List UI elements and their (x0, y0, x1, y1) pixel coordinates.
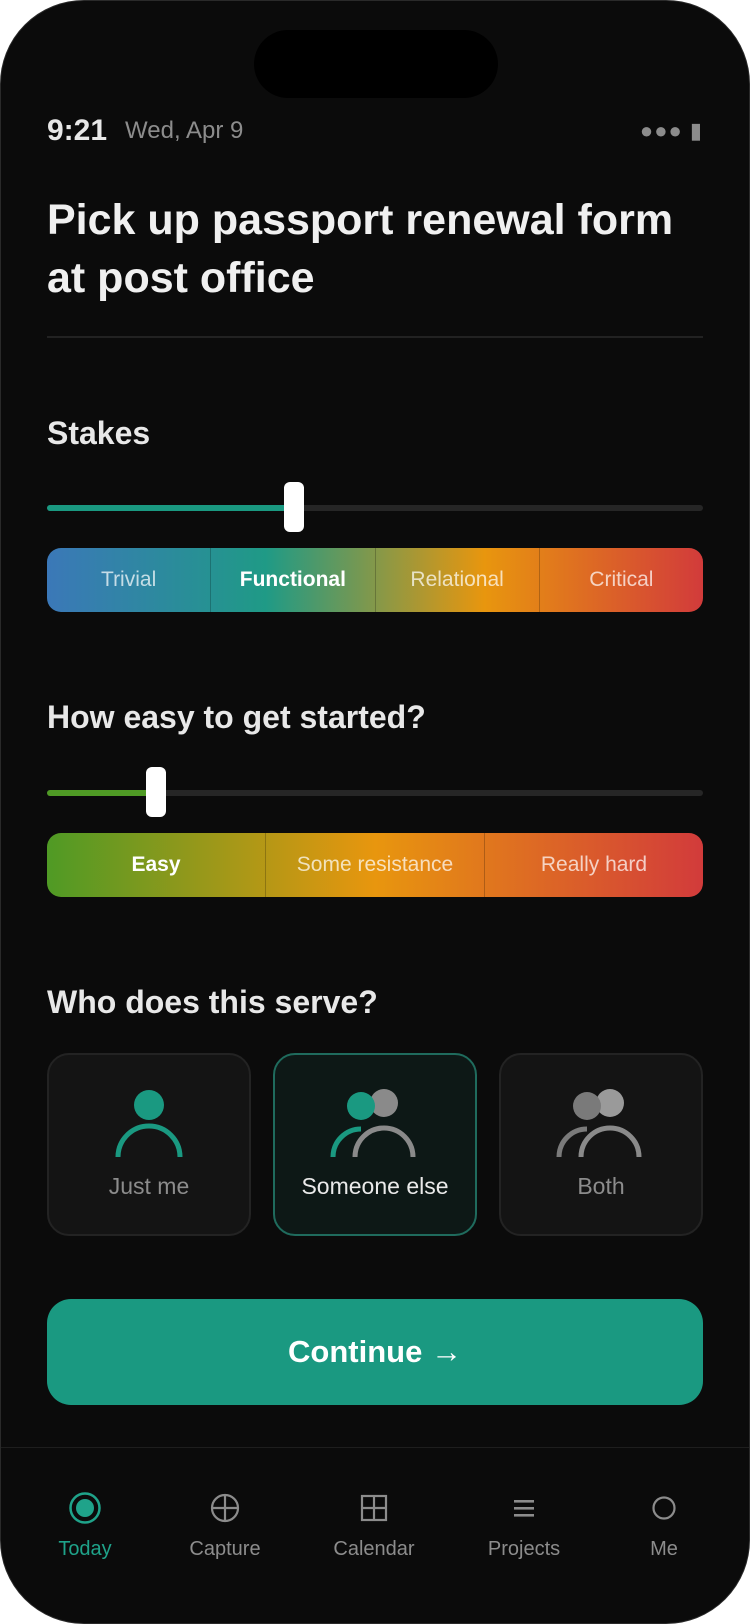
stakes-option-critical[interactable]: Critical (538, 548, 703, 612)
dynamic-island (254, 30, 498, 98)
ease-scale[interactable]: Easy Some resistance Really hard (47, 833, 703, 897)
tab-label: Me (650, 1538, 678, 1560)
stakes-slider-thumb[interactable] (283, 482, 304, 532)
serve-option-label: Both (577, 1173, 625, 1199)
phone-screen: 9:21 Wed, Apr 9 ●●● ▮ Pick up passport r… (0, 0, 750, 1624)
ease-label: How easy to get started? (47, 699, 426, 735)
status-indicators-icon: ●●● ▮ (639, 118, 703, 143)
tab-label: Calendar (333, 1538, 415, 1560)
group-icon (556, 1089, 642, 1158)
tab-me[interactable]: Me (604, 1488, 724, 1561)
stakes-option-functional[interactable]: Functional (210, 548, 374, 612)
ease-slider[interactable] (47, 767, 703, 817)
tab-capture[interactable]: Capture (165, 1488, 285, 1561)
ease-option-really-hard[interactable]: Really hard (484, 833, 703, 897)
status-date: Wed, Apr 9 (125, 117, 244, 144)
continue-button[interactable]: Continue → (47, 1299, 703, 1405)
tab-label: Projects (487, 1538, 561, 1560)
ease-slider-thumb[interactable] (145, 767, 166, 817)
stakes-slider-fill (47, 505, 294, 511)
status-bar: 9:21 Wed, Apr 9 ●●● ▮ (47, 111, 703, 151)
serve-label: Who does this serve? (47, 984, 378, 1020)
tab-calendar[interactable]: Calendar (314, 1488, 434, 1561)
serve-option-label: Just me (108, 1173, 190, 1199)
capture-icon (209, 1488, 241, 1528)
ease-slider-fill (47, 790, 156, 796)
serve-options: Just me Someone else Both (47, 1053, 703, 1236)
calendar-icon (360, 1488, 388, 1528)
tab-projects[interactable]: Projects (464, 1488, 584, 1561)
stakes-label: Stakes (47, 415, 151, 451)
stakes-option-trivial[interactable]: Trivial (47, 548, 210, 612)
stakes-option-relational[interactable]: Relational (374, 548, 539, 612)
tab-label: Capture (189, 1538, 261, 1560)
person-icon (115, 1090, 183, 1158)
title-divider (47, 336, 703, 338)
serve-option-just-me[interactable]: Just me (47, 1053, 251, 1236)
task-title: Pick up passport renewal form at post of… (47, 196, 674, 302)
stakes-slider[interactable] (47, 482, 703, 532)
stakes-scale[interactable]: Trivial Functional Relational Critical (47, 548, 703, 612)
serve-option-both[interactable]: Both (499, 1053, 703, 1236)
people-icon (330, 1089, 416, 1158)
tab-bar: Today Capture Calendar Projects Me (1, 1447, 749, 1623)
tab-today[interactable]: Today (25, 1488, 145, 1561)
projects-icon (513, 1488, 535, 1528)
ease-option-some-resistance[interactable]: Some resistance (265, 833, 484, 897)
tab-label: Today (58, 1538, 112, 1560)
status-time: 9:21 (47, 114, 108, 147)
serve-option-label: Someone else (301, 1173, 449, 1199)
ease-option-easy[interactable]: Easy (47, 833, 265, 897)
serve-option-someone-else[interactable]: Someone else (273, 1053, 477, 1236)
today-icon (68, 1488, 102, 1528)
me-icon (651, 1488, 677, 1528)
